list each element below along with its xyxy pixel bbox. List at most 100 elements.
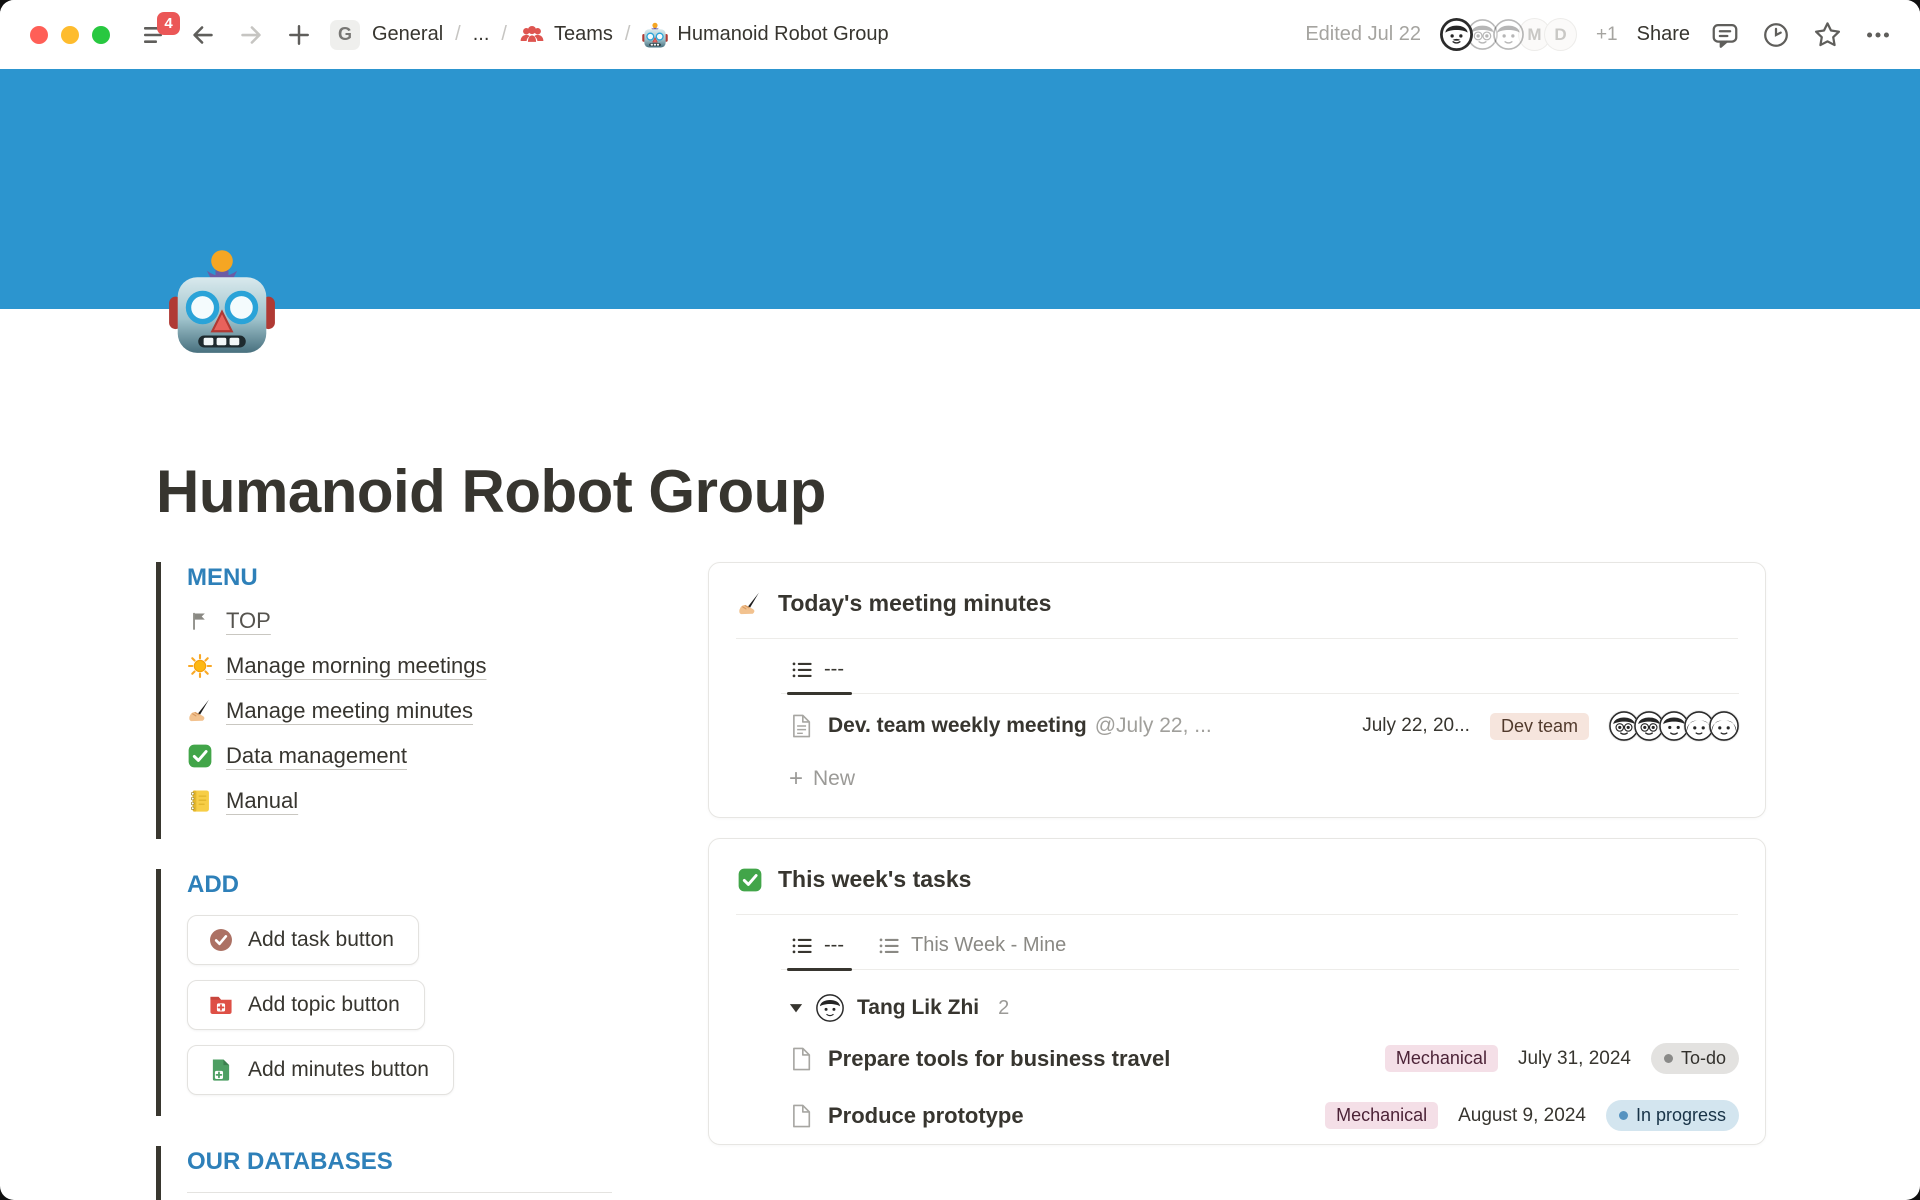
task-row[interactable]: Produce prototype Mechanical August 9, 2… — [709, 1087, 1765, 1144]
traffic-lights — [30, 26, 110, 44]
breadcrumb-current-page[interactable]: Humanoid Robot Group — [642, 22, 888, 48]
task-title: Prepare tools for business travel — [828, 1046, 1170, 1072]
tasks-card-title: This week's tasks — [778, 866, 971, 893]
check-mark-icon — [187, 743, 213, 769]
group-name[interactable]: Tang Lik Zhi — [857, 996, 979, 1020]
tab-default-view[interactable]: --- — [791, 933, 844, 970]
viewer-avatar-stack[interactable]: M D — [1440, 18, 1577, 51]
menu-item-top[interactable]: TOP — [187, 608, 626, 634]
back-icon[interactable] — [186, 18, 220, 52]
databases-section: OUR DATABASES Minutes DB — [156, 1146, 626, 1200]
right-column: Today's meeting minutes --- Dev. team we… — [708, 562, 1766, 1200]
group-count: 2 — [998, 997, 1009, 1020]
writing-hand-icon — [187, 698, 213, 724]
add-minutes-button[interactable]: Add minutes button — [187, 1045, 454, 1095]
group-header-row: Tang Lik Zhi 2 — [709, 970, 1765, 1030]
task-date: July 31, 2024 — [1518, 1048, 1631, 1070]
divider — [187, 1192, 612, 1193]
tab-this-week-mine[interactable]: This Week - Mine — [878, 933, 1066, 970]
check-mark-icon — [737, 867, 763, 893]
add-topic-button[interactable]: Add topic button — [187, 980, 425, 1030]
avatar-overflow-count[interactable]: +1 — [1596, 24, 1618, 46]
workspace-chip[interactable]: G — [330, 20, 360, 50]
writing-hand-icon — [737, 591, 763, 617]
file-plus-icon — [208, 1057, 234, 1083]
task-title: Produce prototype — [828, 1103, 1024, 1129]
task-date: August 9, 2024 — [1458, 1105, 1586, 1127]
breadcrumb-teams[interactable]: Teams — [519, 22, 613, 48]
last-edited-label: Edited Jul 22 — [1305, 23, 1421, 46]
minutes-card: Today's meeting minutes --- Dev. team we… — [708, 562, 1766, 818]
new-tab-icon[interactable] — [282, 18, 316, 52]
task-status-pill: To-do — [1651, 1043, 1739, 1074]
breadcrumb-separator: / — [455, 23, 461, 46]
minutes-row-title: Dev. team weekly meeting — [828, 714, 1087, 738]
minimize-window-button[interactable] — [61, 26, 79, 44]
status-dot — [1619, 1111, 1628, 1120]
task-category-tag: Mechanical — [1385, 1045, 1498, 1072]
breadcrumb-separator: / — [625, 23, 631, 46]
teams-people-icon — [519, 22, 545, 48]
minutes-card-header: Today's meeting minutes — [709, 563, 1765, 638]
close-window-button[interactable] — [30, 26, 48, 44]
tasks-card-header: This week's tasks — [709, 839, 1765, 914]
tab-default-view[interactable]: --- — [791, 657, 844, 694]
minutes-row-avatars — [1609, 711, 1739, 741]
page-cover[interactable] — [0, 69, 1920, 309]
avatar — [1440, 18, 1473, 51]
minutes-card-tabs: --- — [709, 639, 1765, 694]
folder-plus-icon — [208, 992, 234, 1018]
notion-window: 4 G General / ... / Teams / — [0, 0, 1920, 1200]
topbar-right: Edited Jul 22 M D +1 Share — [1305, 18, 1894, 51]
task-row[interactable]: Prepare tools for business travel Mechan… — [709, 1030, 1765, 1087]
menu-heading: MENU — [187, 564, 626, 592]
topbar: 4 G General / ... / Teams / — [0, 0, 1920, 69]
minutes-row-date: July 22, 20... — [1362, 715, 1470, 737]
tasks-card-tabs: --- This Week - Mine — [709, 915, 1765, 970]
breadcrumb-ellipsis-button[interactable]: ... — [473, 23, 490, 46]
page-icon — [789, 1102, 815, 1130]
menu-section: MENU TOP Manage morning meetings — [156, 562, 626, 839]
page-title[interactable]: Humanoid Robot Group — [156, 457, 1766, 526]
updates-clock-icon[interactable] — [1760, 19, 1792, 51]
menu-item-morning-meetings[interactable]: Manage morning meetings — [187, 653, 626, 679]
task-status-pill: In progress — [1606, 1100, 1739, 1131]
avatar — [1492, 18, 1525, 51]
status-dot — [1664, 1054, 1673, 1063]
plus-icon: + — [789, 770, 803, 788]
avatar-letter-d: D — [1544, 18, 1577, 51]
page-icon — [789, 1045, 815, 1073]
page-body: Humanoid Robot Group MENU TOP — [0, 457, 1920, 1200]
sidebar-toggle-icon[interactable]: 4 — [138, 18, 172, 52]
breadcrumb-page-label: Humanoid Robot Group — [677, 23, 888, 46]
menu-item-manual[interactable]: Manual — [187, 788, 626, 814]
favorite-star-icon[interactable] — [1811, 19, 1843, 51]
menu-item-meeting-minutes[interactable]: Manage meeting minutes — [187, 698, 626, 724]
minutes-row[interactable]: Dev. team weekly meeting @July 22, ... J… — [709, 694, 1765, 747]
ledger-icon — [187, 788, 213, 814]
add-section: ADD Add task button Add topic button — [156, 869, 626, 1116]
forward-icon[interactable] — [234, 18, 268, 52]
notification-badge: 4 — [157, 12, 180, 35]
zoom-window-button[interactable] — [92, 26, 110, 44]
comments-icon[interactable] — [1709, 19, 1741, 51]
left-column: MENU TOP Manage morning meetings — [156, 562, 626, 1200]
more-options-icon[interactable] — [1862, 19, 1894, 51]
minutes-card-title: Today's meeting minutes — [778, 590, 1051, 617]
page-robot-icon[interactable] — [168, 247, 276, 355]
new-minutes-button[interactable]: + New — [709, 747, 1765, 817]
group-avatar — [816, 994, 844, 1022]
task-category-tag: Mechanical — [1325, 1102, 1438, 1129]
breadcrumb-general[interactable]: General — [372, 23, 443, 46]
databases-heading: OUR DATABASES — [187, 1148, 626, 1176]
minutes-row-mention: @July 22, ... — [1095, 714, 1212, 738]
breadcrumb: General / ... / Teams / Humanoid Robot G… — [372, 22, 889, 48]
collapse-triangle-icon[interactable] — [789, 1002, 803, 1014]
avatar — [1709, 711, 1739, 741]
menu-item-data-management[interactable]: Data management — [187, 743, 626, 769]
tasks-card: This week's tasks --- This Week - Mine — [708, 838, 1766, 1145]
page-icon — [789, 712, 815, 740]
share-button[interactable]: Share — [1637, 23, 1690, 46]
add-task-button[interactable]: Add task button — [187, 915, 419, 965]
sun-icon — [187, 653, 213, 679]
